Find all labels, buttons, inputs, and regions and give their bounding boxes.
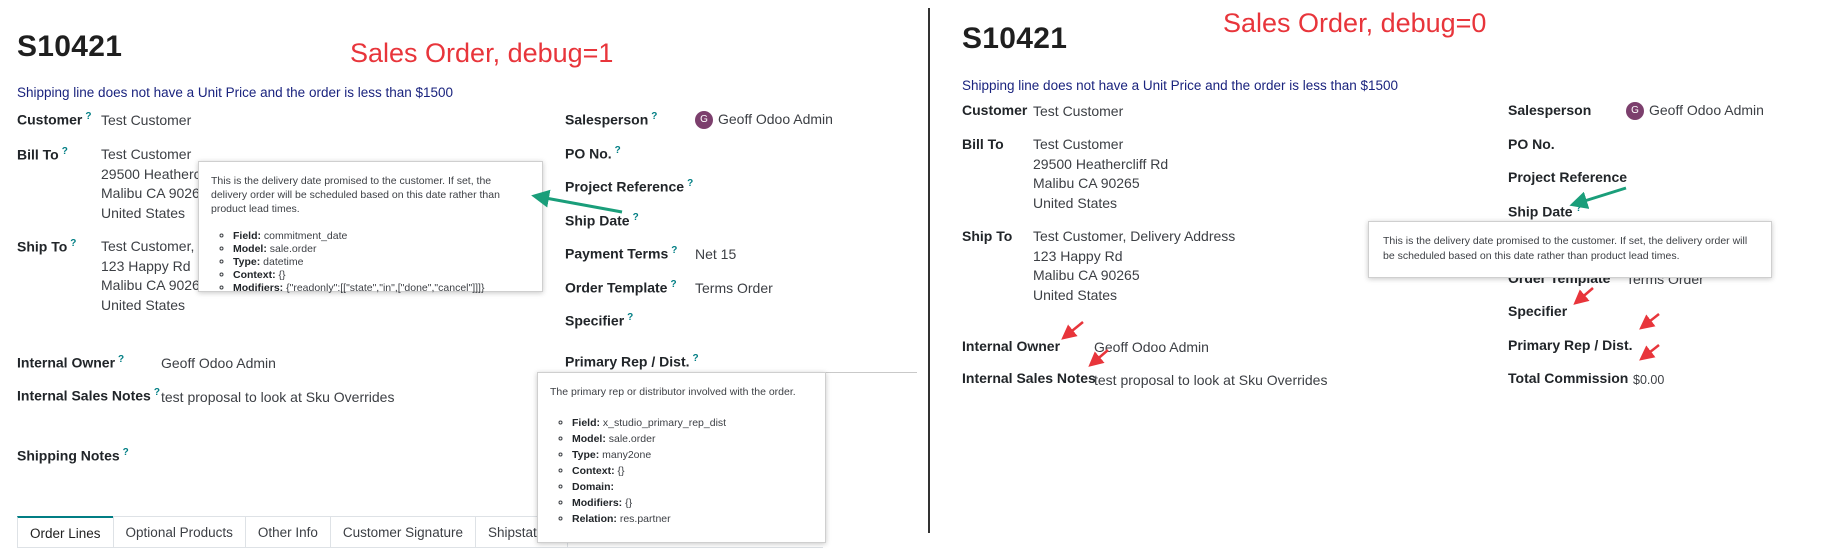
annotation-arrows <box>531 186 1660 367</box>
arrow-icon <box>1573 287 1594 305</box>
arrow-icon <box>1088 349 1109 367</box>
arrow-icon <box>531 189 623 214</box>
arrow-icon <box>1639 344 1660 361</box>
arrow-icon <box>1639 313 1660 330</box>
arrow-icon <box>1569 186 1627 209</box>
arrow-icon <box>1061 321 1084 340</box>
